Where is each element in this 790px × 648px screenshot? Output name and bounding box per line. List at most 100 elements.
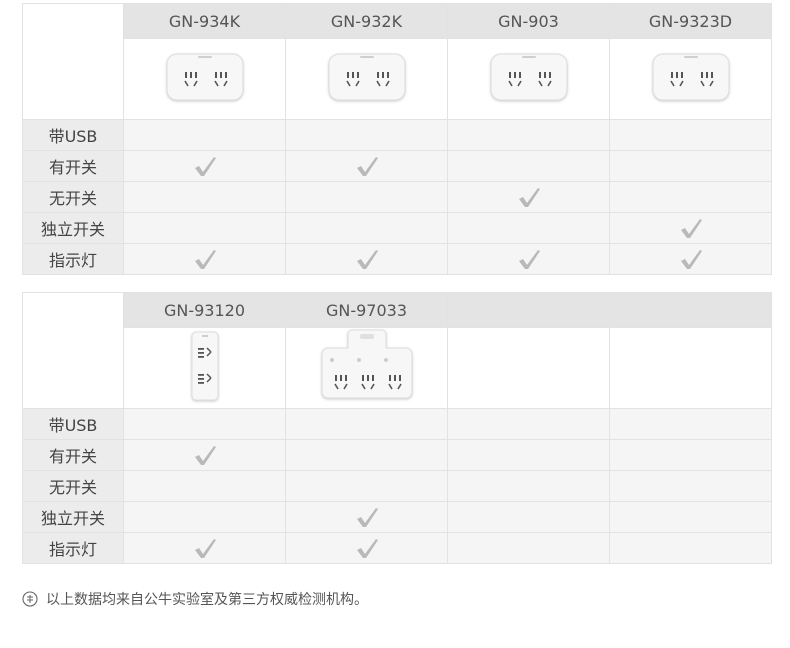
feature-cell [447,532,610,564]
socket-horizontal-icon [328,53,405,101]
check-icon [356,508,378,527]
product-image-cell [609,327,772,409]
check-icon [194,539,216,558]
feature-cell [609,243,772,275]
feature-label: 无开关 [22,181,124,213]
feature-row: 无开关 [22,181,772,213]
feature-cell [447,408,610,440]
feature-cell [609,532,772,564]
feature-label: 带USB [22,119,124,151]
feature-cell [285,119,448,151]
feature-label: 独立开关 [22,212,124,244]
feature-row: 无开关 [22,470,772,502]
check-icon [518,188,540,207]
feature-row: 指示灯 [22,243,772,275]
feature-cell [285,470,448,502]
feature-row: 带USB [22,119,772,151]
feature-row: 有开关 [22,150,772,182]
feature-cell [285,181,448,213]
socket-horizontal-icon [652,53,729,101]
feature-cell [285,150,448,182]
feature-cell [123,501,286,533]
feature-cell [123,439,286,471]
socket-t-icon [321,329,412,399]
product-image-cell [123,38,286,120]
feature-label: 带USB [22,408,124,440]
feature-cell [123,212,286,244]
check-icon [194,446,216,465]
model-header: GN-9323D [609,3,772,39]
info-circle-icon [22,591,38,607]
feature-label: 指示灯 [22,243,124,275]
feature-cell [447,501,610,533]
model-header: GN-903 [447,3,610,39]
socket-vertical-icon [191,331,218,401]
socket-horizontal-icon [490,53,567,101]
feature-cell [447,181,610,213]
comparison-table-2: GN-93120 GN-97033 带USB 有开关 无开关 独立开关 指示灯 [22,292,772,564]
feature-cell [123,119,286,151]
feature-cell [609,408,772,440]
feature-label: 有开关 [22,439,124,471]
model-header: GN-97033 [285,292,448,328]
feature-label: 有开关 [22,150,124,182]
feature-cell [447,150,610,182]
model-header [447,292,610,328]
feature-cell [609,150,772,182]
feature-cell [447,119,610,151]
check-icon [194,250,216,269]
product-image-cell [123,327,286,409]
feature-row: 带USB [22,408,772,440]
feature-cell [609,501,772,533]
socket-horizontal-icon [166,53,243,101]
feature-cell [447,212,610,244]
feature-cell [285,408,448,440]
model-header: GN-934K [123,3,286,39]
feature-label: 无开关 [22,470,124,502]
feature-cell [285,501,448,533]
product-image-cell [447,327,610,409]
feature-cell [609,470,772,502]
feature-cell [123,243,286,275]
footnote-text: 以上数据均来自公牛实验室及第三方权威检测机构。 [46,592,368,608]
feature-cell [123,150,286,182]
feature-label: 独立开关 [22,501,124,533]
corner-cell [22,292,124,409]
model-header: GN-932K [285,3,448,39]
product-image-cell [285,38,448,120]
footnote: 以上数据均来自公牛实验室及第三方权威检测机构。 [22,589,368,609]
check-icon [356,250,378,269]
feature-cell [609,119,772,151]
feature-row: 指示灯 [22,532,772,564]
feature-row: 有开关 [22,439,772,471]
feature-cell [447,470,610,502]
feature-cell [285,212,448,244]
feature-label: 指示灯 [22,532,124,564]
feature-row: 独立开关 [22,212,772,244]
comparison-table-1: GN-934K GN-932K GN-903 GN-9323D 带USB 有开关 无开关 独立… [22,3,772,275]
product-image-cell [285,327,448,409]
check-icon [518,250,540,269]
feature-cell [123,532,286,564]
feature-cell [285,439,448,471]
check-icon [356,539,378,558]
check-icon [680,219,702,238]
check-icon [680,250,702,269]
feature-cell [447,243,610,275]
feature-cell [609,212,772,244]
feature-cell [123,181,286,213]
model-header: GN-93120 [123,292,286,328]
feature-cell [123,408,286,440]
feature-cell [285,532,448,564]
model-header [609,292,772,328]
product-image-cell [609,38,772,120]
feature-cell [609,439,772,471]
check-icon [194,157,216,176]
feature-cell [285,243,448,275]
feature-cell [123,470,286,502]
corner-cell [22,3,124,120]
feature-cell [447,439,610,471]
feature-cell [609,181,772,213]
product-image-cell [447,38,610,120]
check-icon [356,157,378,176]
